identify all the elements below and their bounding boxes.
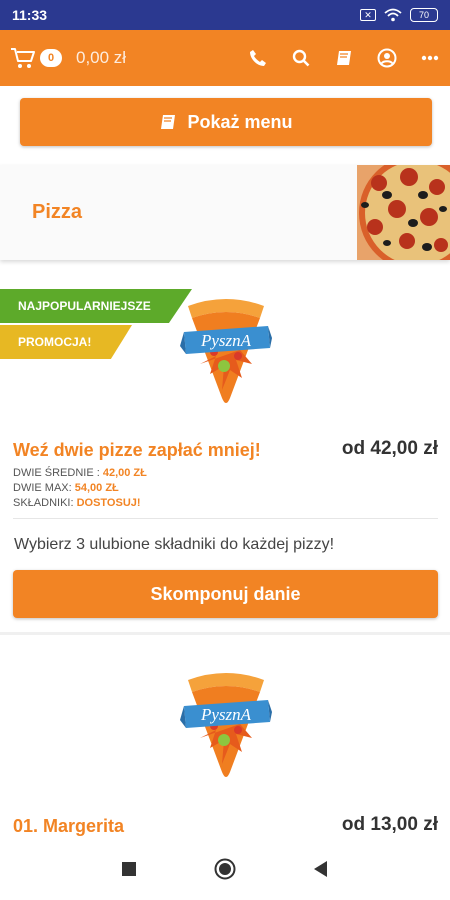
card-separator bbox=[0, 632, 450, 635]
detail-value: DOSTOSUJ! bbox=[76, 497, 141, 509]
pyszna-logo: PysznA bbox=[180, 673, 272, 777]
detail-row: DWIE MAX: 54,00 ZŁ bbox=[13, 482, 119, 494]
app-actions bbox=[248, 48, 440, 68]
pizza-photo bbox=[357, 165, 450, 260]
search-icon[interactable] bbox=[291, 48, 311, 68]
status-time: 11:33 bbox=[12, 7, 48, 23]
detail-label: DWIE MAX: bbox=[13, 482, 75, 494]
detail-value: 54,00 ZŁ bbox=[74, 482, 119, 494]
show-menu-button[interactable]: Pokaż menu bbox=[20, 98, 432, 146]
promotion-badge: PROMOCJA! bbox=[0, 325, 132, 359]
battery-level: 70 bbox=[418, 10, 429, 20]
more-icon[interactable] bbox=[420, 48, 440, 68]
battery-icon: 70 bbox=[410, 8, 438, 22]
detail-label: DWIE ŚREDNIE : bbox=[13, 467, 103, 479]
detail-row: DWIE ŚREDNIE : 42,00 ZŁ bbox=[13, 467, 147, 479]
item-price: od 13,00 zł bbox=[341, 814, 438, 835]
divider bbox=[13, 518, 438, 519]
book-icon bbox=[161, 115, 176, 129]
promo-item-price: od 42,00 zł bbox=[341, 438, 438, 459]
pyszna-logo: PysznA bbox=[180, 299, 272, 403]
home-icon[interactable] bbox=[214, 858, 236, 885]
popular-badge: NAJPOPULARNIEJSZE bbox=[0, 289, 192, 323]
logo-text: PysznA bbox=[200, 705, 252, 724]
logo-text: PysznA bbox=[200, 331, 252, 350]
item-name[interactable]: 01. Margerita bbox=[13, 816, 124, 837]
sim-icon: ✕ bbox=[360, 9, 376, 21]
detail-value: 42,00 ZŁ bbox=[102, 467, 147, 479]
back-icon[interactable] bbox=[314, 860, 328, 882]
wifi-icon bbox=[384, 8, 402, 22]
phone-icon[interactable] bbox=[248, 48, 268, 68]
show-menu-label: Pokaż menu bbox=[187, 111, 293, 132]
promo-description: Wybierz 3 ulubione składniki do każdej p… bbox=[14, 536, 335, 553]
category-title: Pizza bbox=[32, 201, 83, 223]
cart-button[interactable]: 0 bbox=[10, 46, 62, 70]
recents-icon[interactable] bbox=[122, 861, 136, 881]
compose-dish-label: Skomponuj danie bbox=[150, 583, 301, 604]
book-icon[interactable] bbox=[334, 48, 354, 68]
account-icon[interactable] bbox=[377, 48, 397, 68]
status-icons: ✕ 70 bbox=[360, 8, 438, 22]
category-header[interactable]: Pizza bbox=[0, 165, 450, 260]
cart-count-badge: 0 bbox=[40, 49, 62, 67]
system-nav-bar bbox=[0, 842, 450, 900]
detail-row: SKŁADNIKI: DOSTOSUJ! bbox=[13, 497, 141, 509]
app-bar: 0 0,00 zł bbox=[0, 30, 450, 86]
status-bar: 11:33 ✕ 70 bbox=[0, 0, 450, 30]
cart-icon bbox=[11, 48, 35, 68]
detail-label: SKŁADNIKI: bbox=[13, 497, 77, 509]
cart-total: 0,00 zł bbox=[76, 48, 127, 67]
promo-item-name[interactable]: Weź dwie pizze zapłać mniej! bbox=[13, 440, 261, 461]
compose-dish-button[interactable]: Skomponuj danie bbox=[13, 570, 438, 618]
